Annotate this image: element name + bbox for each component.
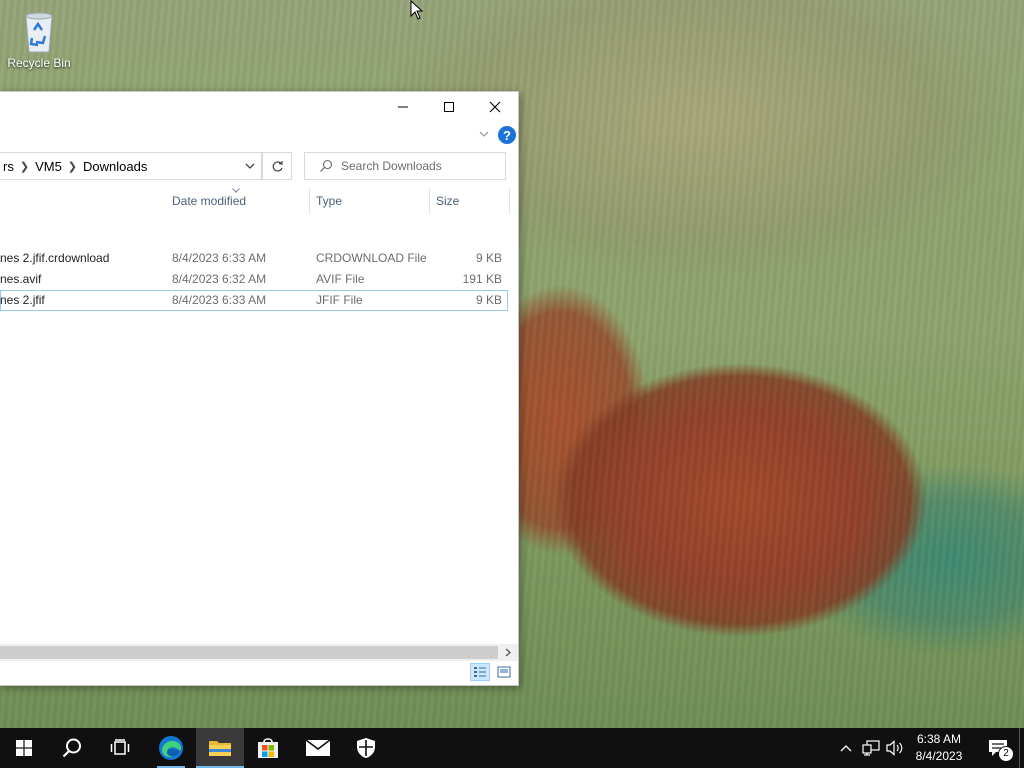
- details-view-icon: [474, 667, 486, 677]
- minimize-button[interactable]: [380, 92, 426, 122]
- taskbar-clock[interactable]: 6:38 AM 8/4/2023: [906, 731, 972, 765]
- chevron-up-icon: [840, 745, 852, 752]
- address-bar[interactable]: rs ❯ VM5 ❯ Downloads: [0, 152, 262, 180]
- search-icon: [320, 159, 333, 172]
- taskbar-search-button[interactable]: [48, 728, 96, 768]
- breadcrumb-item[interactable]: Downloads: [83, 159, 147, 174]
- close-button[interactable]: [472, 92, 518, 122]
- view-switcher: [470, 661, 514, 683]
- windows-logo-icon: [16, 740, 32, 756]
- help-button[interactable]: ?: [498, 126, 516, 144]
- file-date: 8/4/2023 6:33 AM: [172, 251, 267, 265]
- search-input[interactable]: Search Downloads: [304, 152, 506, 180]
- sort-indicator-icon: [232, 188, 240, 193]
- folder-icon: [209, 741, 231, 756]
- file-type: JFIF File: [316, 293, 363, 307]
- network-icon: [862, 740, 880, 756]
- store-bag-icon: [258, 738, 278, 758]
- column-header-type[interactable]: Type: [310, 188, 430, 214]
- refresh-button[interactable]: [262, 152, 292, 180]
- search-icon: [62, 738, 81, 758]
- taskbar-mail-button[interactable]: [294, 728, 342, 768]
- file-type: CRDOWNLOAD File: [316, 251, 427, 265]
- large-icons-view-button[interactable]: [494, 663, 514, 681]
- refresh-icon: [272, 160, 283, 172]
- clock-time: 6:38 AM: [916, 732, 962, 746]
- file-size: 9 KB: [475, 251, 502, 265]
- expand-ribbon-icon[interactable]: [478, 128, 490, 140]
- chevron-right-icon[interactable]: ❯: [20, 160, 29, 173]
- shield-icon: [357, 738, 375, 758]
- file-list: nes 2.jfif.crdownload 8/4/2023 6:33 AM C…: [0, 248, 508, 311]
- scroll-right-icon[interactable]: [502, 646, 514, 659]
- action-center-button[interactable]: 2: [978, 728, 1018, 768]
- recycle-bin-shortcut[interactable]: Recycle Bin: [6, 6, 72, 76]
- file-name: nes.avif: [0, 272, 42, 286]
- network-button[interactable]: [860, 728, 882, 768]
- taskbar-security-button[interactable]: [342, 728, 390, 768]
- recycle-bin-icon: [25, 12, 53, 53]
- start-button[interactable]: [0, 728, 48, 768]
- maximize-icon: [444, 102, 454, 112]
- file-name: nes 2.jfif.crdownload: [0, 251, 110, 265]
- taskbar: 6:38 AM 8/4/2023 2: [0, 728, 1024, 768]
- file-name: nes 2.jfif: [0, 293, 45, 307]
- column-header-size[interactable]: Size: [430, 188, 510, 214]
- mail-envelope-icon: [305, 739, 331, 756]
- file-type: AVIF File: [316, 272, 365, 286]
- show-hidden-icons-button[interactable]: [836, 728, 856, 768]
- breadcrumb-item[interactable]: VM5: [35, 159, 62, 174]
- maximize-button[interactable]: [426, 92, 472, 122]
- horizontal-scrollbar[interactable]: [0, 644, 518, 661]
- column-headers: Date modified Type Size: [0, 188, 512, 214]
- taskbar-file-explorer-button[interactable]: [196, 728, 244, 768]
- title-bar[interactable]: [0, 92, 518, 122]
- file-size: 9 KB: [475, 293, 502, 307]
- file-date: 8/4/2023 6:33 AM: [172, 293, 267, 307]
- file-explorer-window: ? rs ❯ VM5 ❯ Downloads Search Downloads …: [0, 91, 519, 686]
- taskbar-edge-button[interactable]: [147, 728, 195, 768]
- recycle-bin-label: Recycle Bin: [7, 56, 71, 70]
- file-row[interactable]: nes.avif 8/4/2023 6:32 AM AVIF File 191 …: [0, 269, 508, 290]
- notification-count-badge: 2: [998, 746, 1014, 762]
- file-date: 8/4/2023 6:32 AM: [172, 272, 267, 286]
- mouse-pointer-icon: [410, 0, 424, 20]
- help-icon: ?: [503, 127, 511, 143]
- taskbar-store-button[interactable]: [244, 728, 292, 768]
- task-view-icon: [110, 739, 130, 755]
- task-view-button[interactable]: [96, 728, 144, 768]
- volume-button[interactable]: [884, 728, 906, 768]
- ribbon-row: ?: [0, 122, 518, 148]
- clock-date: 8/4/2023: [915, 749, 963, 763]
- file-size: 191 KB: [462, 272, 502, 286]
- search-placeholder: Search Downloads: [341, 159, 442, 173]
- chevron-right-icon[interactable]: ❯: [68, 160, 77, 173]
- volume-icon: [886, 740, 903, 756]
- show-desktop-button[interactable]: [1019, 728, 1024, 768]
- edge-browser-icon: [159, 736, 183, 760]
- breadcrumb-item[interactable]: rs: [3, 159, 14, 174]
- file-row-selected[interactable]: nes 2.jfif 8/4/2023 6:33 AM JFIF File 9 …: [0, 290, 508, 311]
- large-icons-view-icon: [497, 666, 511, 678]
- details-view-button[interactable]: [470, 663, 490, 681]
- chevron-down-icon[interactable]: [245, 161, 255, 171]
- file-row[interactable]: nes 2.jfif.crdownload 8/4/2023 6:33 AM C…: [0, 248, 508, 269]
- close-icon: [489, 101, 501, 113]
- minimize-icon: [398, 106, 408, 108]
- scrollbar-thumb[interactable]: [0, 646, 498, 659]
